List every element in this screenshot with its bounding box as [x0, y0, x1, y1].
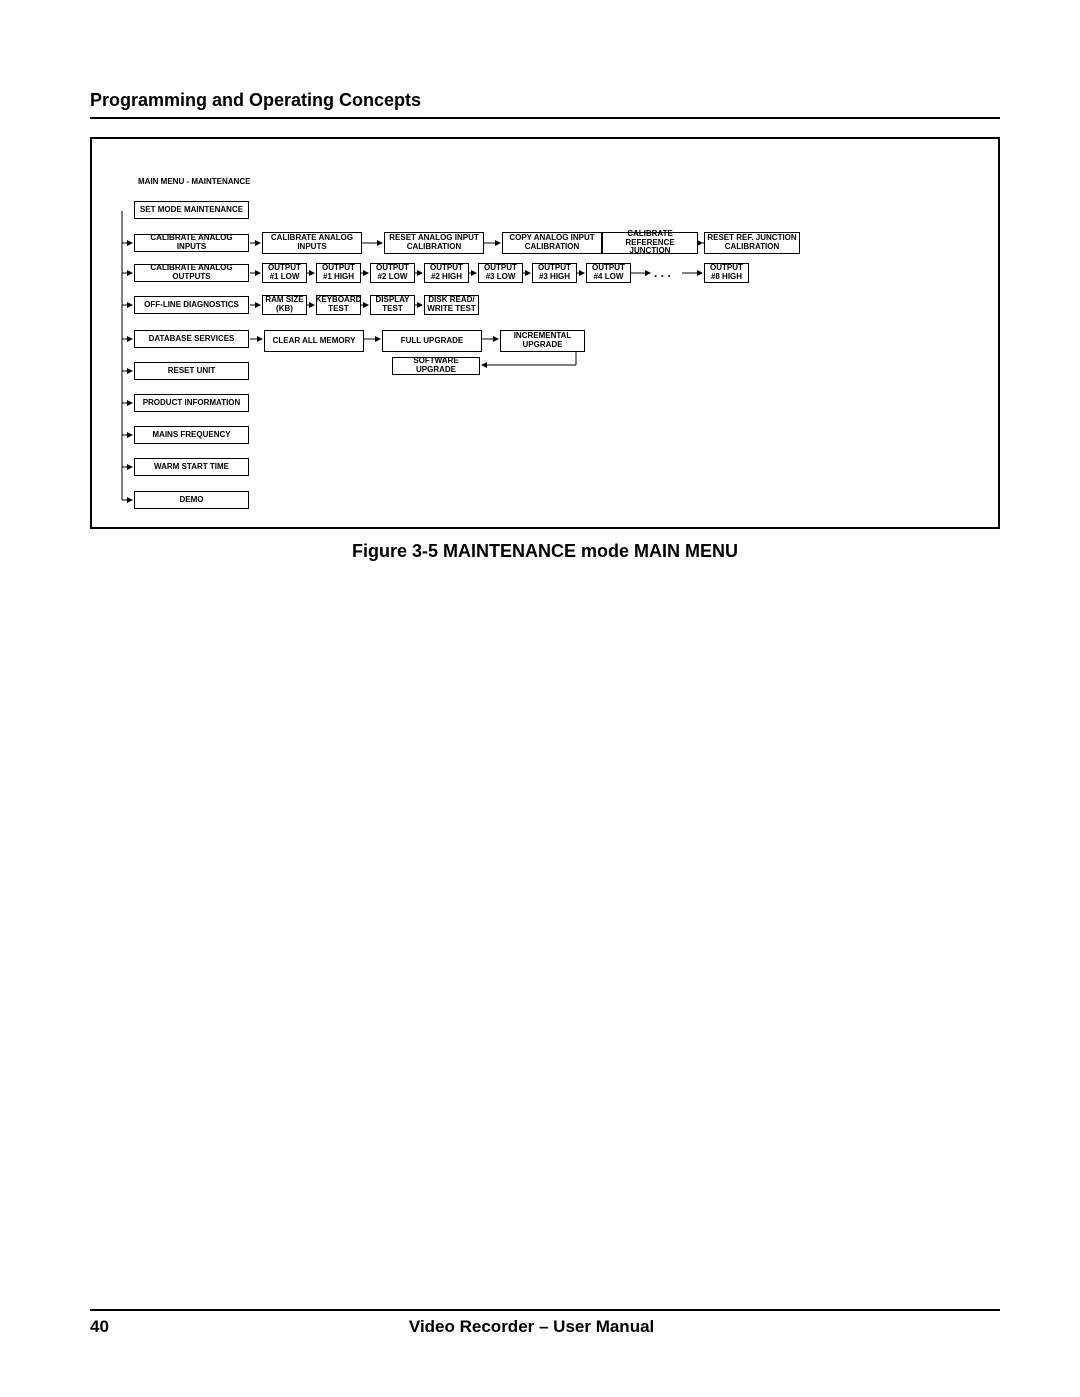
diagram-node: CALIBRATE ANALOG INPUTS	[262, 232, 362, 254]
diagram-node: OUTPUT #1 HIGH	[316, 263, 361, 283]
diagram-node: KEYBOARD TEST	[316, 295, 361, 315]
diagram-node: DISK READ/ WRITE TEST	[424, 295, 479, 315]
diagram-node: OUTPUT #1 LOW	[262, 263, 307, 283]
svg-text:. . .: . . .	[654, 266, 671, 280]
diagram-node: INCREMENTAL UPGRADE	[500, 330, 585, 352]
diagram-node: OUTPUT #2 HIGH	[424, 263, 469, 283]
diagram-node: FULL UPGRADE	[382, 330, 482, 352]
diagram-node: OUTPUT #3 LOW	[478, 263, 523, 283]
diagram-node: CALIBRATE REFERENCE JUNCTION	[602, 232, 698, 254]
diagram-node: OFF-LINE DIAGNOSTICS	[134, 296, 249, 314]
page-footer: 40 Video Recorder – User Manual	[90, 1309, 1000, 1337]
diagram-node: PRODUCT INFORMATION	[134, 394, 249, 412]
diagram-node: RESET UNIT	[134, 362, 249, 380]
diagram-node: RESET ANALOG INPUT CALIBRATION	[384, 232, 484, 254]
document-page: Programming and Operating Concepts	[0, 0, 1080, 1397]
figure-caption: Figure 3-5 MAINTENANCE mode MAIN MENU	[90, 541, 1000, 562]
diagram-node: OUTPUT #8 HIGH	[704, 263, 749, 283]
diagram-node: WARM START TIME	[134, 458, 249, 476]
diagram-node: RESET REF. JUNCTION CALIBRATION	[704, 232, 800, 254]
page-number: 40	[90, 1317, 109, 1337]
diagram-node: MAINS FREQUENCY	[134, 426, 249, 444]
figure-frame: . . . MAIN MENU - MAINTENANCE SET MODE M…	[90, 137, 1000, 529]
diagram-node: RAM SIZE (KB)	[262, 295, 307, 315]
diagram-node: CALIBRATE ANALOG INPUTS	[134, 234, 249, 252]
diagram-node: DISPLAY TEST	[370, 295, 415, 315]
diagram: . . . MAIN MENU - MAINTENANCE SET MODE M…	[92, 139, 998, 527]
diagram-node: OUTPUT #4 LOW	[586, 263, 631, 283]
diagram-node: CALIBRATE ANALOG OUTPUTS	[134, 264, 249, 282]
diagram-breadcrumb: MAIN MENU - MAINTENANCE	[136, 175, 316, 189]
diagram-node: CLEAR ALL MEMORY	[264, 330, 364, 352]
diagram-node: OUTPUT #2 LOW	[370, 263, 415, 283]
doc-title: Video Recorder – User Manual	[409, 1317, 654, 1337]
diagram-node: SOFTWARE UPGRADE	[392, 357, 480, 375]
diagram-node: OUTPUT #3 HIGH	[532, 263, 577, 283]
diagram-root-node: SET MODE MAINTENANCE	[134, 201, 249, 219]
diagram-node: COPY ANALOG INPUT CALIBRATION	[502, 232, 602, 254]
section-title: Programming and Operating Concepts	[90, 90, 1000, 119]
diagram-node: DEMO	[134, 491, 249, 509]
diagram-node: DATABASE SERVICES	[134, 330, 249, 348]
